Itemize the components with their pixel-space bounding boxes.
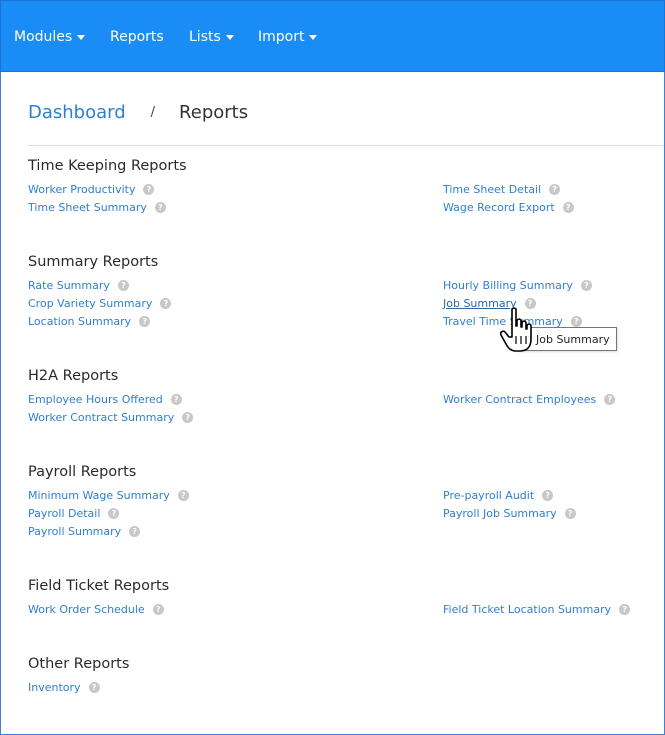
section-title-payroll: Payroll Reports — [28, 464, 137, 480]
report-link-pre-payroll-audit[interactable]: Pre-payroll Audit? — [443, 489, 554, 502]
nav-lists-dropdown[interactable]: Lists — [189, 28, 234, 46]
section-title-h2a: H2A Reports — [28, 368, 119, 384]
question-circle-icon[interactable]: ? — [604, 394, 616, 405]
question-circle-icon[interactable]: ? — [549, 184, 561, 195]
question-circle-icon[interactable]: ? — [542, 490, 554, 501]
question-circle-icon[interactable]: ? — [152, 604, 164, 615]
top-navbar: Modules Reports Lists Import — [0, 0, 665, 72]
question-circle-icon[interactable]: ? — [108, 508, 120, 519]
question-circle-icon[interactable]: ? — [170, 394, 182, 405]
question-circle-icon[interactable]: ? — [564, 508, 576, 519]
report-link-field-ticket-location-summary[interactable]: Field Ticket Location Summary? — [443, 603, 631, 616]
nav-reports-link[interactable]: Reports — [110, 28, 164, 46]
nav-import-dropdown[interactable]: Import — [258, 28, 318, 46]
report-link-work-order-schedule[interactable]: Work Order Schedule? — [28, 603, 164, 616]
report-link-hourly-billing-summary[interactable]: Hourly Billing Summary? — [443, 279, 592, 292]
report-link-wage-record-export[interactable]: Wage Record Export? — [443, 201, 574, 214]
question-circle-icon[interactable]: ? — [580, 280, 592, 291]
report-link-worker-contract-summary[interactable]: Worker Contract Summary? — [28, 411, 194, 424]
header-divider — [28, 145, 664, 146]
breadcrumb-dashboard-link[interactable]: Dashboard — [28, 102, 126, 123]
report-link-worker-contract-employees[interactable]: Worker Contract Employees? — [443, 393, 616, 406]
question-circle-icon[interactable]: ? — [160, 298, 172, 309]
report-link-payroll-detail[interactable]: Payroll Detail? — [28, 507, 120, 520]
question-circle-icon[interactable]: ? — [562, 202, 574, 213]
question-circle-icon[interactable]: ? — [129, 526, 141, 537]
report-link-minimum-wage-summary[interactable]: Minimum Wage Summary? — [28, 489, 189, 502]
breadcrumb-current: Reports — [179, 101, 249, 123]
caret-down-icon — [309, 35, 318, 40]
question-circle-icon[interactable]: ? — [143, 184, 155, 195]
question-circle-icon[interactable]: ? — [139, 316, 151, 327]
report-link-crop-variety-summary[interactable]: Crop Variety Summary? — [28, 297, 172, 310]
question-circle-icon[interactable]: ? — [88, 682, 100, 693]
nav-lists-label: Lists — [189, 29, 221, 45]
question-circle-icon[interactable]: ? — [177, 490, 189, 501]
question-circle-icon[interactable]: ? — [182, 412, 194, 423]
caret-down-icon — [77, 35, 86, 40]
breadcrumb-separator: / — [150, 104, 156, 120]
report-link-inventory[interactable]: Inventory? — [28, 681, 100, 694]
nav-modules-dropdown[interactable]: Modules — [14, 28, 86, 46]
section-title-summary: Summary Reports — [28, 254, 159, 270]
report-link-time-sheet-summary[interactable]: Time Sheet Summary? — [28, 201, 166, 214]
nav-import-label: Import — [258, 29, 305, 45]
question-circle-icon[interactable]: ? — [619, 604, 631, 615]
report-link-payroll-summary[interactable]: Payroll Summary? — [28, 525, 141, 538]
nav-reports-label: Reports — [110, 29, 164, 45]
report-link-payroll-job-summary[interactable]: Payroll Job Summary? — [443, 507, 576, 520]
report-link-location-summary[interactable]: Location Summary? — [28, 315, 151, 328]
section-title-time-keeping: Time Keeping Reports — [28, 158, 187, 174]
nav-modules-label: Modules — [14, 29, 73, 45]
hand-pointer-icon — [500, 307, 532, 352]
report-link-time-sheet-detail[interactable]: Time Sheet Detail? — [443, 183, 561, 196]
report-link-employee-hours-offered[interactable]: Employee Hours Offered? — [28, 393, 182, 406]
breadcrumb: Dashboard / Reports — [28, 100, 248, 124]
caret-down-icon — [225, 35, 234, 40]
report-link-rate-summary[interactable]: Rate Summary? — [28, 279, 129, 292]
question-circle-icon[interactable]: ? — [117, 280, 129, 291]
section-title-field-ticket: Field Ticket Reports — [28, 578, 170, 594]
report-link-worker-productivity[interactable]: Worker Productivity? — [28, 183, 155, 196]
question-circle-icon[interactable]: ? — [570, 316, 582, 327]
question-circle-icon[interactable]: ? — [154, 202, 166, 213]
section-title-other: Other Reports — [28, 656, 130, 672]
